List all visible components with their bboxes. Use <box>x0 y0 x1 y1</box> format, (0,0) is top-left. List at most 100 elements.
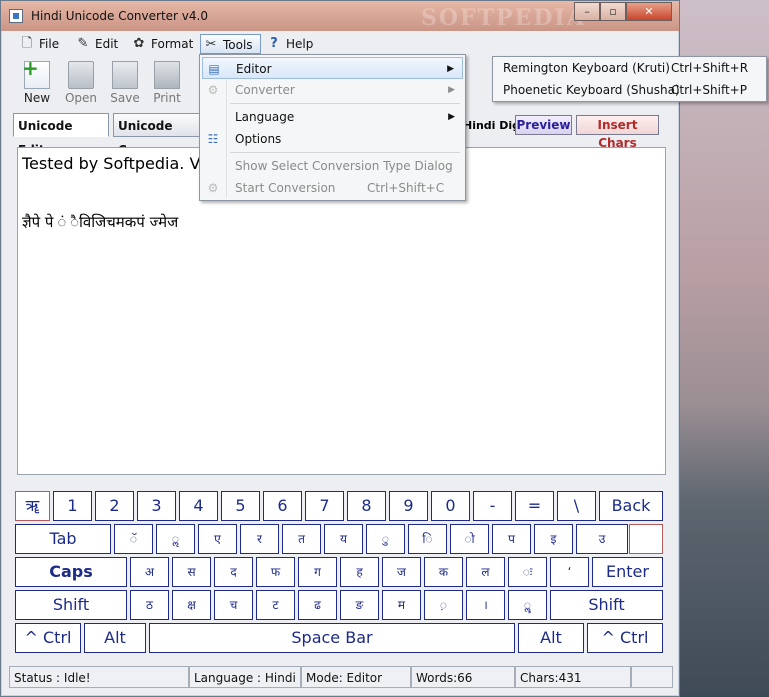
key[interactable]: प <box>492 524 531 554</box>
key[interactable]: - <box>473 491 512 521</box>
key[interactable]: 9 <box>389 491 428 521</box>
title-bar[interactable]: Hindi Unicode Converter v4.0 SOFTPEDIA –… <box>1 1 679 31</box>
key[interactable]: क्ष <box>172 590 211 620</box>
key[interactable]: 2 <box>95 491 134 521</box>
menu-edit[interactable]: ✎ Edit <box>73 34 127 54</box>
file-icon: 🗋 <box>21 36 33 51</box>
menu-tools[interactable]: ✂ Tools <box>200 34 261 54</box>
menu-item-converter[interactable]: ⚙ Converter ▶ <box>202 79 463 101</box>
key[interactable]: ह <box>340 557 379 587</box>
key[interactable]: ॅ <box>114 524 153 554</box>
folder-icon <box>68 61 94 89</box>
key[interactable]: अ <box>130 557 169 587</box>
status-text: Status : Idle! <box>9 666 189 688</box>
key[interactable]: च <box>214 590 253 620</box>
key[interactable]: ज <box>382 557 421 587</box>
key[interactable]: ए <box>198 524 237 554</box>
key[interactable]: ङ <box>340 590 379 620</box>
alt-key-right[interactable]: Alt <box>518 623 584 653</box>
key[interactable]: 1 <box>53 491 92 521</box>
key[interactable]: ः <box>508 557 547 587</box>
key[interactable]: 3 <box>137 491 176 521</box>
key[interactable]: क <box>424 557 463 587</box>
key[interactable]: ट <box>256 590 295 620</box>
key[interactable]: ि <box>408 524 447 554</box>
menu-separator <box>230 152 460 153</box>
key[interactable]: ग <box>298 557 337 587</box>
insert-chars-button[interactable]: Insert Chars <box>576 115 659 150</box>
key[interactable]: म <box>382 590 421 620</box>
menu-separator <box>230 103 460 104</box>
open-button[interactable]: Open <box>61 59 101 107</box>
submenu-item-phoenetic[interactable]: Phoenetic Keyboard (Shusha) Ctrl+Shift+P <box>495 80 764 101</box>
shift-key-left[interactable]: Shift <box>15 590 127 620</box>
menu-bar: 🗋 File ✎ Edit ✿ Format ✂ Tools ? Help <box>9 32 673 56</box>
key[interactable]: । <box>466 590 505 620</box>
caps-key[interactable]: Caps <box>15 557 127 587</box>
paint-icon: ✿ <box>133 36 145 51</box>
menu-item-show-dialog[interactable]: Show Select Conversion Type Dialog <box>202 155 463 177</box>
key[interactable] <box>629 524 663 554</box>
key[interactable]: ु <box>366 524 405 554</box>
key[interactable]: 8 <box>347 491 386 521</box>
save-button[interactable]: Save <box>105 59 145 107</box>
key[interactable]: य <box>324 524 363 554</box>
maximize-icon[interactable]: ▫ <box>600 2 626 21</box>
key[interactable]: इ <box>534 524 573 554</box>
key[interactable]: ढ <box>298 590 337 620</box>
key[interactable]: ॣ <box>508 590 547 620</box>
ctrl-key-right[interactable]: ^ Ctrl <box>587 623 663 653</box>
key[interactable]: 5 <box>221 491 260 521</box>
on-screen-keyboard: ॠ 1 2 3 4 5 6 7 8 9 0 - = \ Back Tab ॅ ॢ… <box>15 491 667 657</box>
printer-icon <box>154 61 180 89</box>
editor-line: Tested by Softpedia. Vis <box>22 154 213 173</box>
menu-item-editor[interactable]: ▤ Editor ▶ <box>202 57 463 79</box>
mode-status: Mode: Editor <box>301 666 411 688</box>
key[interactable]: उ <box>576 524 628 554</box>
menu-item-start-conversion[interactable]: ⚙ Start Conversion Ctrl+Shift+C <box>202 177 463 199</box>
key[interactable]: 6 <box>263 491 302 521</box>
key[interactable]: ॢ <box>156 524 195 554</box>
key[interactable]: स <box>172 557 211 587</box>
key[interactable]: 4 <box>179 491 218 521</box>
menu-help[interactable]: ? Help <box>264 34 316 54</box>
gear-icon: ⚙ <box>207 83 219 97</box>
tab-unicode-converter[interactable]: Unicode Conve <box>113 113 213 157</box>
key[interactable]: फ <box>256 557 295 587</box>
submenu-arrow-icon: ▶ <box>447 64 454 74</box>
submenu-item-remington[interactable]: Remington Keyboard (Kruti) Ctrl+Shift+R <box>495 58 764 79</box>
menu-item-language[interactable]: Language ▶ <box>202 106 463 128</box>
key[interactable]: ठ <box>130 590 169 620</box>
key[interactable]: ो <box>450 524 489 554</box>
backspace-key[interactable]: Back <box>599 491 663 521</box>
tab-unicode-editor[interactable]: Unicode Editor <box>13 113 109 157</box>
space-bar[interactable]: Space Bar <box>149 623 515 653</box>
key[interactable]: = <box>515 491 554 521</box>
menu-file[interactable]: 🗋 File <box>17 34 71 54</box>
shift-key-right[interactable]: Shift <box>550 590 663 620</box>
preview-button[interactable]: Preview <box>515 115 572 135</box>
key[interactable]: 7 <box>305 491 344 521</box>
ctrl-key-left[interactable]: ^ Ctrl <box>15 623 81 653</box>
key[interactable]: \ <box>557 491 596 521</box>
alt-key-left[interactable]: Alt <box>84 623 146 653</box>
key[interactable]: ल <box>466 557 505 587</box>
key[interactable]: ‘ <box>550 557 589 587</box>
new-button[interactable]: New <box>17 56 57 107</box>
tools-menu: ▤ Editor ▶ ⚙ Converter ▶ Language ▶ ☷ Op… <box>199 54 466 201</box>
key[interactable]: ॠ <box>15 491 50 521</box>
key[interactable]: द <box>214 557 253 587</box>
tab-key[interactable]: Tab <box>15 524 111 554</box>
key[interactable]: ़ <box>424 590 463 620</box>
menu-item-options[interactable]: ☷ Options <box>202 128 463 150</box>
minimize-icon[interactable]: – <box>574 2 600 21</box>
close-icon[interactable]: ✕ <box>626 2 672 21</box>
editor-icon: ▤ <box>208 62 220 76</box>
key[interactable]: त <box>282 524 321 554</box>
submenu-arrow-icon: ▶ <box>448 85 455 95</box>
enter-key[interactable]: Enter <box>592 557 663 587</box>
key[interactable]: र <box>240 524 279 554</box>
key[interactable]: 0 <box>431 491 470 521</box>
print-button[interactable]: Print <box>147 59 187 107</box>
menu-format[interactable]: ✿ Format <box>129 34 201 54</box>
